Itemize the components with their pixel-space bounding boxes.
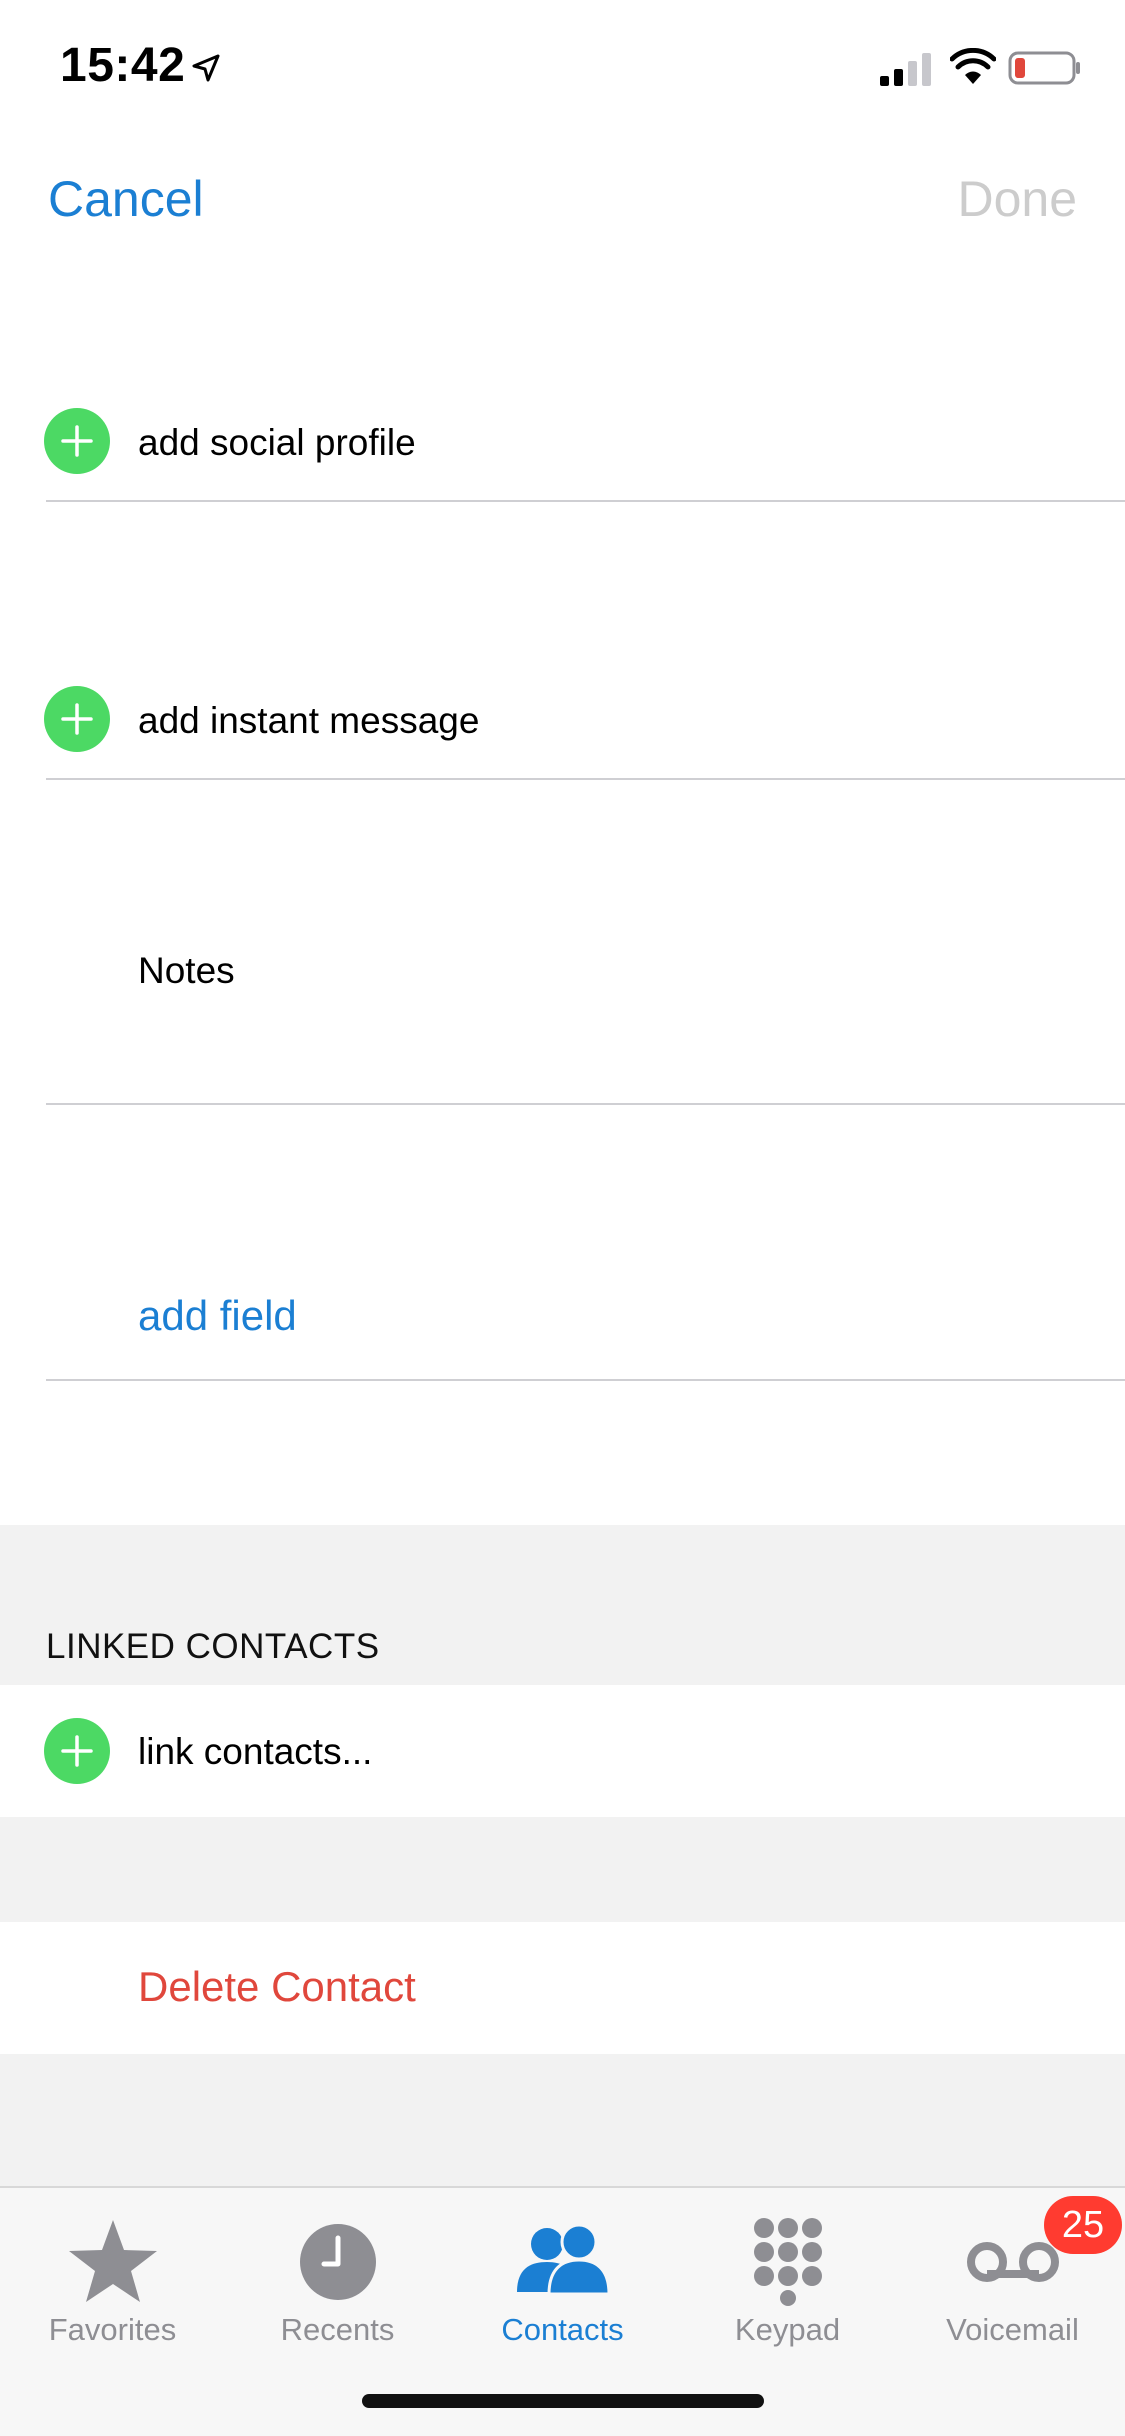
add-field-button[interactable]: add field [138,1292,297,1340]
add-circle-icon[interactable] [44,408,110,474]
add-instant-message-row[interactable]: add instant message [0,668,1125,778]
wifi-icon [950,48,996,84]
linked-contacts-header: LINKED CONTACTS [46,1627,380,1666]
location-arrow-icon [192,54,220,82]
notes-field[interactable]: Notes [138,950,235,992]
clock-icon [299,2224,376,2300]
section-spacer [0,1817,1125,1922]
separator [46,1103,1125,1105]
keypad-icon [753,2218,822,2306]
link-contacts-row[interactable]: link contacts... [0,1685,1125,1817]
separator [46,500,1125,502]
done-button[interactable]: Done [957,170,1077,228]
status-time: 15:42 [60,39,186,92]
battery-low-icon [1008,51,1080,85]
delete-contact-button[interactable]: Delete Contact [138,1963,416,2011]
tab-label: Recents [280,2312,395,2347]
add-social-profile-label: add social profile [138,422,416,463]
contacts-icon [516,2223,611,2296]
tab-recents[interactable]: Recents [225,2204,450,2354]
tab-favorites[interactable]: Favorites [0,2204,225,2354]
tab-label: Keypad [734,2312,841,2347]
cellular-signal-icon [880,53,931,86]
add-circle-icon[interactable] [44,686,110,752]
section-spacer [0,2054,1125,2186]
tab-label: Favorites [48,2312,177,2347]
add-social-profile-row[interactable]: add social profile [0,390,1125,500]
home-indicator[interactable] [362,2394,764,2408]
add-instant-message-label: add instant message [138,700,480,741]
separator [46,1379,1125,1381]
voicemail-badge: 25 [1044,2196,1122,2254]
tab-contacts[interactable]: Contacts [450,2204,675,2354]
separator [46,778,1125,780]
link-contacts-label: link contacts... [138,1731,373,1772]
add-circle-icon[interactable] [44,1718,110,1784]
cancel-button[interactable]: Cancel [48,170,204,228]
tab-label: Voicemail [946,2312,1079,2347]
tab-keypad[interactable]: Keypad [675,2204,900,2354]
tab-label: Contacts [501,2312,624,2347]
star-icon [68,2220,157,2302]
